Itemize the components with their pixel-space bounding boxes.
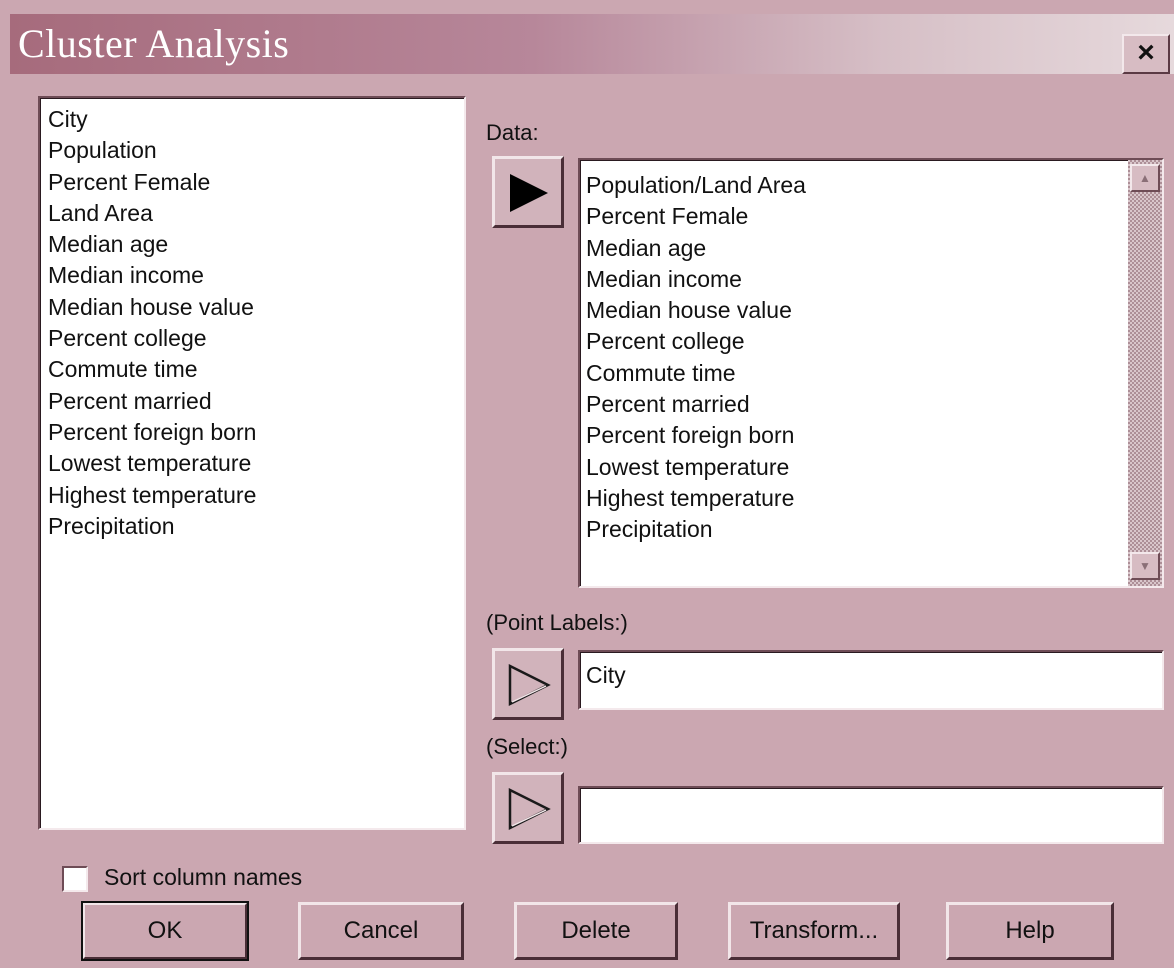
scroll-down-icon[interactable]: ▼: [1130, 552, 1160, 580]
select-arrow-button[interactable]: [492, 772, 564, 844]
cluster-analysis-dialog: Cluster Analysis × City Population Perce…: [0, 0, 1174, 968]
data-label: Data:: [486, 120, 539, 145]
list-item[interactable]: City: [48, 104, 256, 135]
help-button[interactable]: Help: [946, 902, 1114, 960]
list-item[interactable]: Percent married: [586, 389, 806, 420]
list-item[interactable]: Highest temperature: [586, 483, 806, 514]
list-item[interactable]: Precipitation: [48, 511, 256, 542]
sort-column-names-checkbox[interactable]: [62, 866, 88, 892]
list-item[interactable]: Lowest temperature: [48, 448, 256, 479]
list-item[interactable]: Lowest temperature: [586, 452, 806, 483]
list-item[interactable]: Median age: [48, 229, 256, 260]
data-list[interactable]: Population/Land Area Percent Female Medi…: [578, 158, 1164, 588]
ok-button[interactable]: OK: [81, 901, 249, 961]
list-item[interactable]: Precipitation: [586, 514, 806, 545]
list-item[interactable]: Commute time: [586, 358, 806, 389]
list-item[interactable]: Median income: [48, 260, 256, 291]
point-labels-label: (Point Labels:): [486, 610, 628, 635]
list-item[interactable]: Percent college: [586, 326, 806, 357]
select-label: (Select:): [486, 734, 568, 759]
right-arrow-outline-icon: [508, 663, 551, 707]
list-item[interactable]: Percent Female: [586, 201, 806, 232]
point-labels-value: City: [586, 662, 626, 688]
list-item[interactable]: Land Area: [48, 198, 256, 229]
delete-button[interactable]: Delete: [514, 902, 678, 960]
list-item[interactable]: Percent married: [48, 386, 256, 417]
point-labels-arrow-button[interactable]: [492, 648, 564, 720]
point-labels-field[interactable]: City: [578, 650, 1164, 710]
variables-list[interactable]: City Population Percent Female Land Area…: [38, 96, 466, 830]
close-icon[interactable]: ×: [1122, 34, 1170, 74]
list-item[interactable]: Percent college: [48, 323, 256, 354]
window-title: Cluster Analysis: [18, 21, 290, 66]
sort-column-names-label[interactable]: Sort column names: [104, 864, 302, 891]
list-item[interactable]: Commute time: [48, 354, 256, 385]
list-item[interactable]: Percent foreign born: [586, 420, 806, 451]
right-arrow-outline-icon: [508, 787, 551, 831]
list-item[interactable]: Median income: [586, 264, 806, 295]
list-item[interactable]: Population/Land Area: [586, 170, 806, 201]
title-bar: Cluster Analysis ×: [10, 14, 1174, 74]
list-item[interactable]: Percent Female: [48, 167, 256, 198]
list-item[interactable]: Highest temperature: [48, 480, 256, 511]
list-item[interactable]: Median house value: [48, 292, 256, 323]
variables-list-items: City Population Percent Female Land Area…: [48, 104, 256, 542]
cancel-button[interactable]: Cancel: [298, 902, 464, 960]
transform-button[interactable]: Transform...: [728, 902, 900, 960]
list-item[interactable]: Median house value: [586, 295, 806, 326]
select-field[interactable]: [578, 786, 1164, 844]
data-list-items: Population/Land Area Percent Female Medi…: [586, 170, 806, 546]
list-item[interactable]: Population: [48, 135, 256, 166]
scroll-up-icon[interactable]: ▲: [1130, 164, 1160, 192]
list-item[interactable]: Percent foreign born: [48, 417, 256, 448]
right-arrow-filled-icon: [510, 174, 548, 212]
list-item[interactable]: Median age: [586, 233, 806, 264]
data-list-scrollbar[interactable]: ▲ ▼: [1128, 160, 1162, 586]
data-arrow-button[interactable]: [492, 156, 564, 228]
